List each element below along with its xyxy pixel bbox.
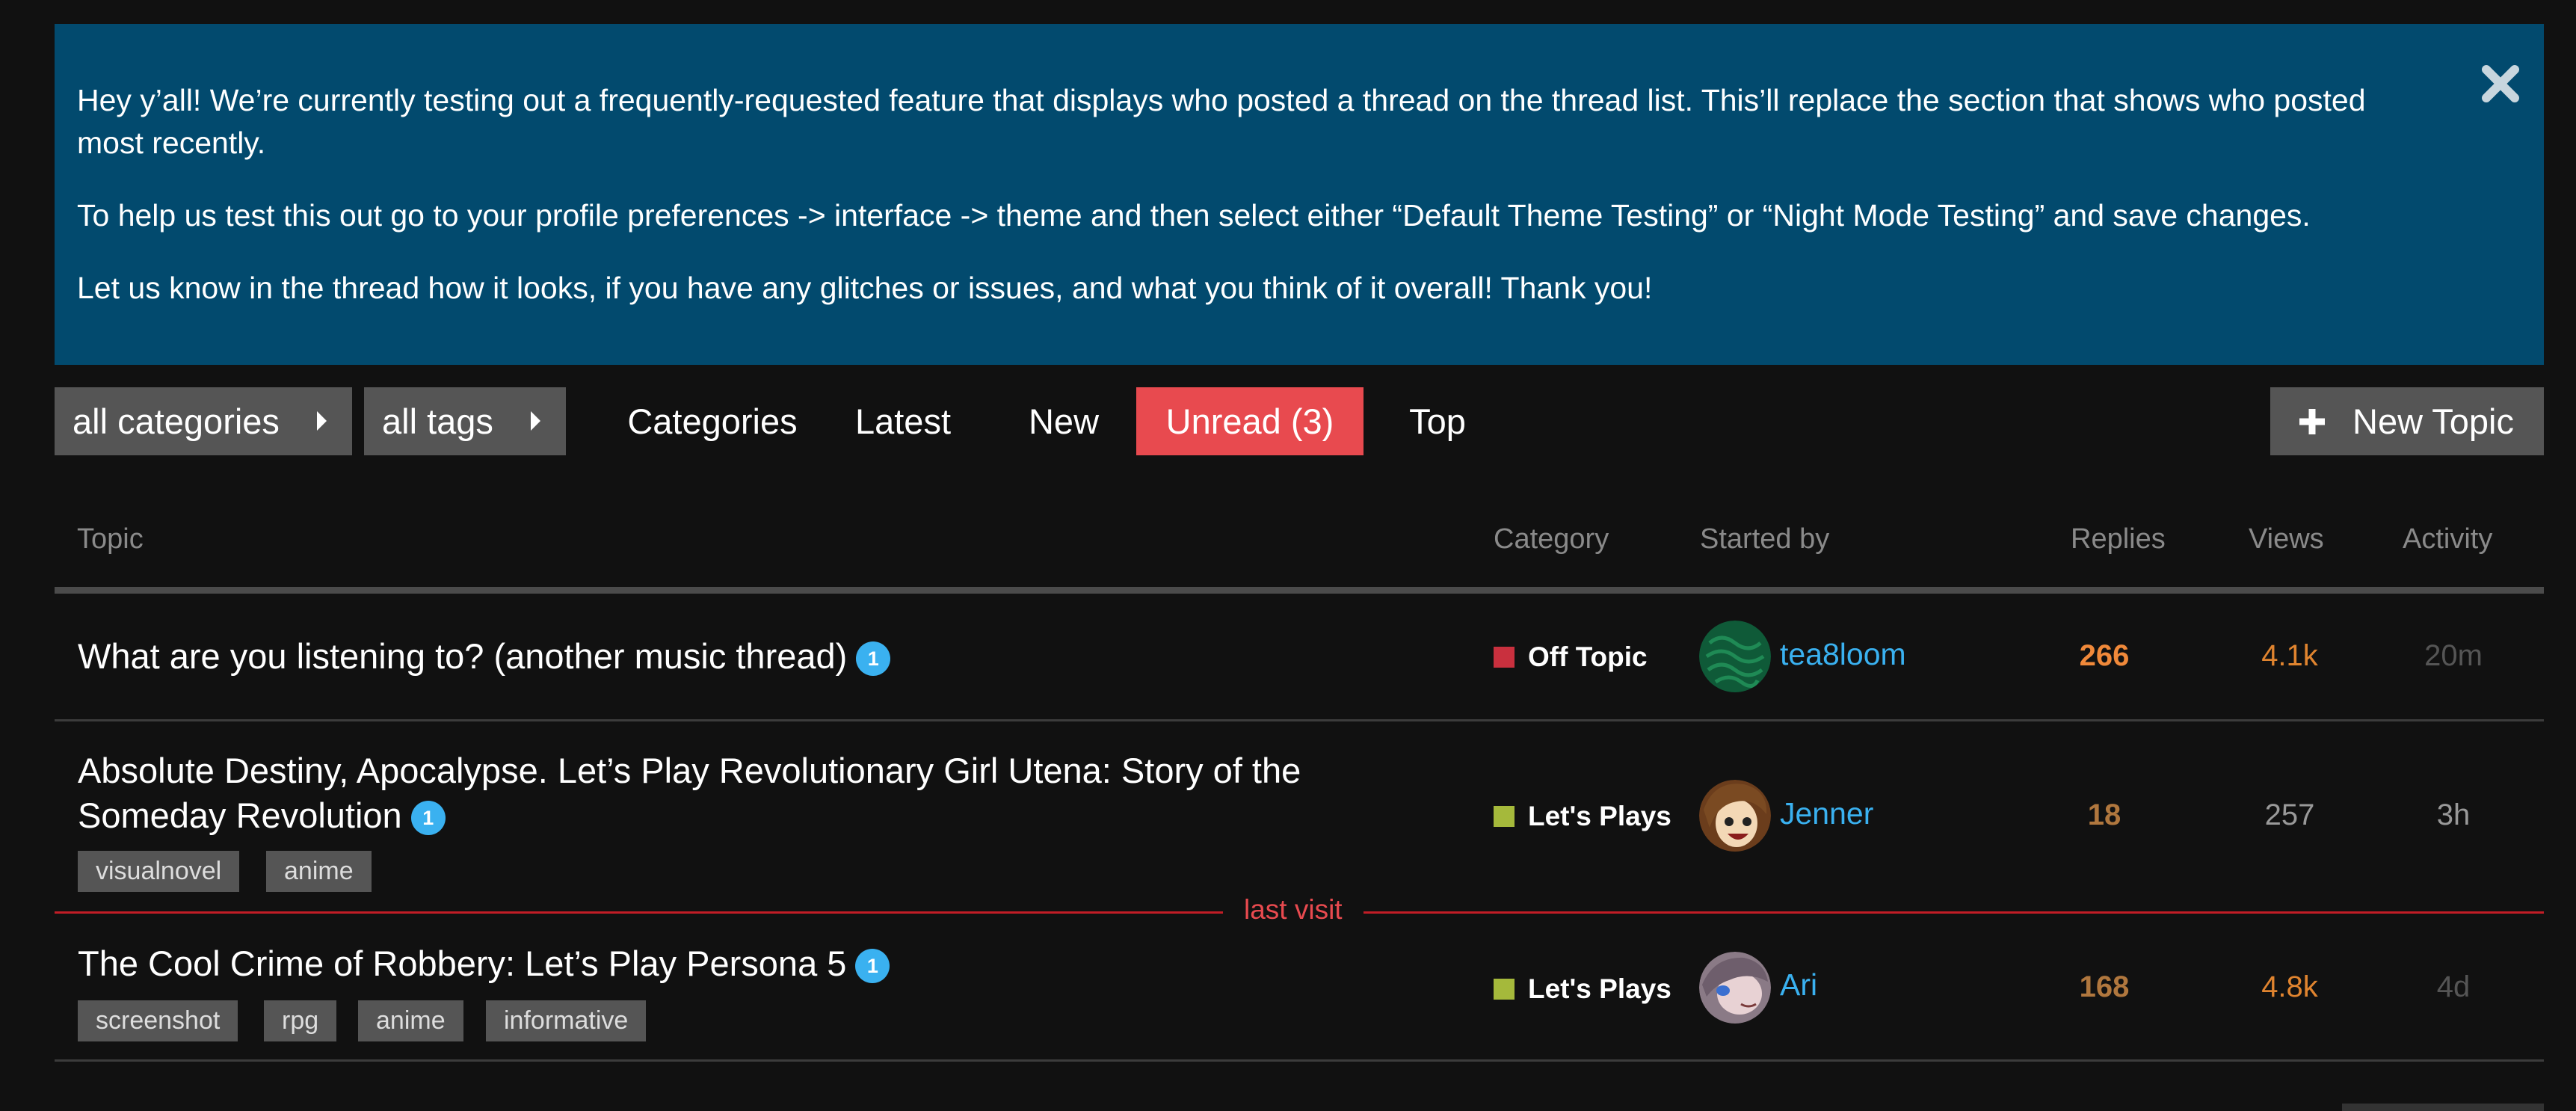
avatar[interactable]	[1699, 952, 1771, 1024]
tag-rpg[interactable]: rpg	[264, 1000, 337, 1041]
topic-title-3[interactable]: The Cool Crime of Robbery: Let’s Play Pe…	[78, 941, 890, 986]
last-visit-label: last visit	[1223, 894, 1364, 926]
views-count: 4.1k	[2261, 639, 2318, 672]
category-color-square	[1494, 979, 1515, 1000]
tag-visualnovel[interactable]: visualnovel	[78, 851, 240, 892]
avatar[interactable]	[1699, 621, 1771, 692]
caret-right-icon	[531, 411, 540, 431]
unread-count-badge[interactable]: 1	[410, 801, 446, 835]
banner-paragraph-3: Let us know in the thread how it looks, …	[77, 271, 1653, 305]
navigation-bar: all categories all tags Categories Lates…	[55, 387, 2544, 455]
tag-screenshot[interactable]: screenshot	[78, 1000, 238, 1041]
tag-informative[interactable]: informative	[486, 1000, 647, 1041]
replies-count[interactable]: 18	[2030, 798, 2179, 832]
header-views[interactable]: Views	[2249, 523, 2324, 556]
activity-time[interactable]: 4d	[2379, 970, 2528, 1004]
banner-paragraph-1: Hey y’all! We’re currently testing out a…	[77, 83, 2366, 160]
topic-title-line-2[interactable]: Someday Revolution	[78, 795, 402, 835]
nav-new[interactable]: New	[1015, 387, 1112, 455]
category-color-square	[1494, 806, 1515, 827]
announcement-banner: Hey y’all! We’re currently testing out a…	[55, 24, 2544, 365]
unread-count-badge[interactable]: 1	[856, 641, 891, 676]
header-topic[interactable]: Topic	[77, 523, 144, 556]
header-category[interactable]: Category	[1494, 523, 1609, 556]
tags-dropdown-label: all tags	[382, 401, 493, 441]
plus-icon	[2299, 408, 2325, 434]
category-label: Off Topic	[1528, 641, 1648, 672]
nav-latest[interactable]: Latest	[836, 387, 970, 455]
category-color-square	[1494, 647, 1515, 668]
close-icon[interactable]	[2480, 63, 2521, 105]
topic-title-text[interactable]: The Cool Crime of Robbery: Let’s Play Pe…	[78, 944, 846, 983]
nav-top[interactable]: Top	[1393, 387, 1482, 455]
tags-dropdown[interactable]: all tags	[364, 387, 566, 455]
category-badge-2[interactable]: Let's Plays	[1494, 801, 1671, 832]
category-badge-1[interactable]: Off Topic	[1494, 641, 1648, 673]
new-topic-label: New Topic	[2352, 401, 2514, 441]
nav-categories[interactable]: Categories	[611, 387, 813, 455]
partial-button	[2342, 1104, 2544, 1111]
banner-paragraph-2: To help us test this out go to your prof…	[77, 198, 2311, 233]
nav-unread[interactable]: Unread (3)	[1136, 387, 1364, 455]
replies-count[interactable]: 168	[2030, 970, 2179, 1004]
topic-title-line-1[interactable]: Absolute Destiny, Apocalypse. Let’s Play…	[78, 748, 1301, 793]
topic-title-1[interactable]: What are you listening to? (another musi…	[78, 634, 891, 679]
unread-count-badge[interactable]: 1	[855, 949, 890, 983]
tag-anime[interactable]: anime	[358, 1000, 463, 1041]
avatar[interactable]	[1699, 780, 1771, 852]
row-divider	[55, 1059, 2544, 1062]
activity-time[interactable]: 3h	[2379, 798, 2528, 832]
username-link[interactable]: Jenner	[1780, 796, 1873, 831]
header-divider	[55, 587, 2544, 594]
header-activity[interactable]: Activity	[2403, 523, 2492, 556]
row-divider	[55, 719, 2544, 721]
header-replies[interactable]: Replies	[2071, 523, 2166, 556]
caret-right-icon	[317, 411, 327, 431]
replies-count[interactable]: 266	[2030, 639, 2179, 673]
category-label: Let's Plays	[1528, 973, 1671, 1004]
header-started-by[interactable]: Started by	[1700, 523, 1829, 556]
username-link[interactable]: Ari	[1780, 967, 1817, 1003]
views-count: 4.8k	[2261, 970, 2318, 1003]
username-link[interactable]: tea8loom	[1780, 637, 1906, 672]
activity-time[interactable]: 20m	[2379, 639, 2528, 673]
tag-anime[interactable]: anime	[266, 851, 372, 892]
views-count: 257	[2264, 798, 2315, 831]
category-badge-3[interactable]: Let's Plays	[1494, 973, 1671, 1005]
topic-title-2[interactable]: Absolute Destiny, Apocalypse. Let’s Play…	[78, 748, 1301, 838]
categories-dropdown-label: all categories	[73, 401, 280, 441]
new-topic-button[interactable]: New Topic	[2270, 387, 2544, 455]
categories-dropdown[interactable]: all categories	[55, 387, 352, 455]
category-label: Let's Plays	[1528, 801, 1671, 831]
topic-title-text[interactable]: What are you listening to? (another musi…	[78, 636, 847, 676]
